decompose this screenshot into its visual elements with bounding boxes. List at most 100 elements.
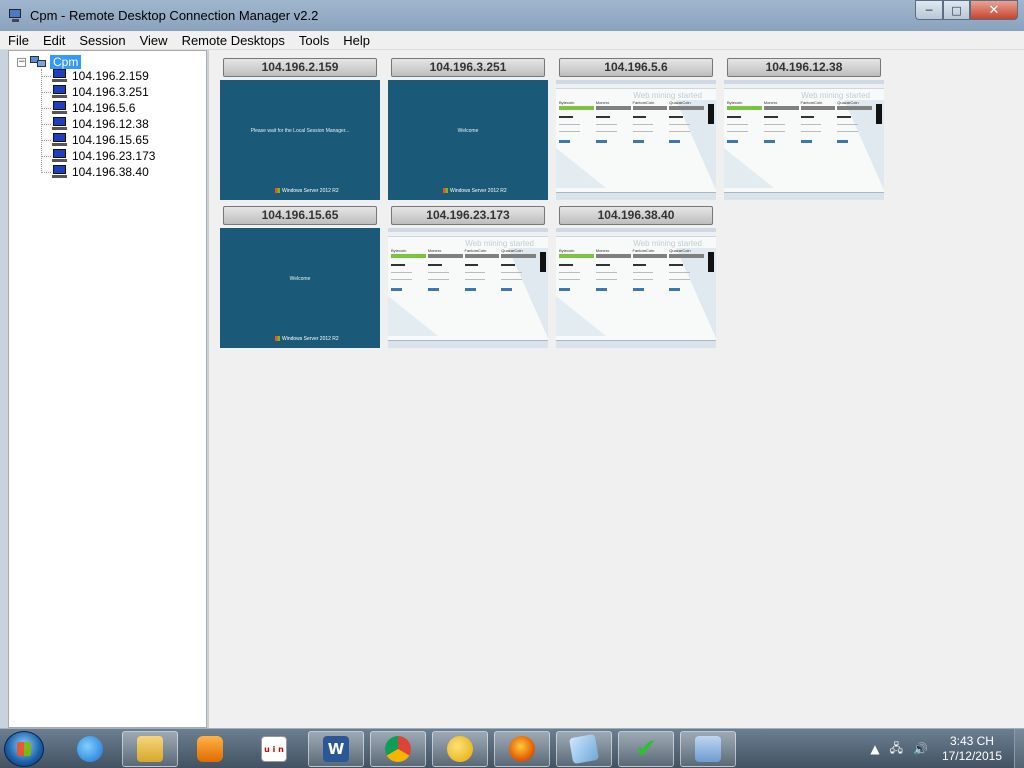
- remote-desktop-icon: [52, 133, 68, 147]
- coin-name: QuazarCoin: [669, 100, 691, 105]
- thumbnail-title[interactable]: 104.196.23.173: [391, 206, 545, 225]
- thumbnail-title[interactable]: 104.196.12.38: [727, 58, 881, 77]
- tree-node-104-196-3-251[interactable]: 104.196.3.251: [41, 84, 149, 100]
- thumbnail-title[interactable]: 104.196.38.40: [559, 206, 713, 225]
- coin-name: FantomCoin: [632, 100, 655, 105]
- tree-node-label: 104.196.2.159: [72, 69, 149, 83]
- coin-name: Bytecoin: [559, 100, 575, 105]
- show-hidden-icons-icon[interactable]: ▲: [870, 742, 879, 756]
- thumbnail-title[interactable]: 104.196.5.6: [559, 58, 713, 77]
- remote-screen-preview[interactable]: Web mining started Bytecoin Monero Fanto…: [556, 228, 716, 348]
- thumbnail-104-196-5-6[interactable]: 104.196.5.6 Web mining started Bytecoin …: [556, 58, 716, 200]
- tree-node-label: 104.196.15.65: [72, 133, 149, 147]
- clock-date: 17/12/2015: [941, 749, 1002, 763]
- firefox-icon: [509, 736, 535, 762]
- thumbnail-104-196-23-173[interactable]: 104.196.23.173 Web mining started Byteco…: [388, 206, 548, 348]
- window-controls: ─ □ ✕: [915, 0, 1018, 20]
- coin-name: Monero: [595, 100, 610, 105]
- remote-screen-preview[interactable]: Welcome Windows Server 2012 R2: [220, 228, 380, 348]
- windows-server-logo: Windows Server 2012 R2: [275, 188, 339, 194]
- taskbar-word[interactable]: W: [308, 731, 364, 767]
- server-tree-panel[interactable]: − Cpm 104.196.2.159 104.196.3.251 104.19…: [8, 50, 207, 728]
- menu-view[interactable]: View: [133, 33, 175, 48]
- thumbnail-title[interactable]: 104.196.3.251: [391, 58, 545, 77]
- coin-name: Monero: [595, 248, 610, 253]
- thumbnail-title[interactable]: 104.196.15.65: [223, 206, 377, 225]
- menu-edit[interactable]: Edit: [36, 33, 72, 48]
- login-status-text: Please wait for the Local Session Manage…: [250, 128, 350, 134]
- tree-node-104-196-5-6[interactable]: 104.196.5.6: [41, 100, 135, 116]
- tree-node-104-196-15-65[interactable]: 104.196.15.65: [41, 132, 149, 148]
- close-button[interactable]: ✕: [970, 0, 1018, 20]
- thumbnail-view[interactable]: 104.196.2.159 Please wait for the Local …: [208, 50, 1024, 728]
- coin-name: FantomCoin: [632, 248, 655, 253]
- coin-name: Monero: [763, 100, 778, 105]
- remote-screen-preview[interactable]: Web mining started Bytecoin Monero Fanto…: [388, 228, 548, 348]
- rdcman-app-icon[interactable]: [8, 8, 24, 24]
- menu-session[interactable]: Session: [72, 33, 132, 48]
- taskbar-windows-explorer[interactable]: [122, 731, 178, 767]
- coin-name: QuazarCoin: [837, 100, 859, 105]
- remote-screen-preview[interactable]: Web mining started Bytecoin Monero Fanto…: [724, 80, 884, 200]
- taskbar-rdcman[interactable]: [680, 731, 736, 767]
- coin-name: Monero: [427, 248, 442, 253]
- folder-icon: [137, 736, 163, 762]
- volume-icon[interactable]: 🔊: [913, 742, 928, 756]
- tree-root-label[interactable]: Cpm: [50, 55, 82, 69]
- coin-name: Bytecoin: [727, 100, 743, 105]
- thumbnail-title[interactable]: 104.196.2.159: [223, 58, 377, 77]
- window-titlebar[interactable]: Cpm - Remote Desktop Connection Manager …: [0, 0, 1024, 31]
- taskbar-media-player[interactable]: [182, 731, 238, 767]
- chrome-icon: [385, 736, 411, 762]
- tree-node-label: 104.196.12.38: [72, 117, 149, 131]
- coin-name: QuazarCoin: [669, 248, 691, 253]
- start-button[interactable]: [4, 731, 44, 767]
- thumbnail-104-196-3-251[interactable]: 104.196.3.251 Welcome Windows Server 201…: [388, 58, 548, 200]
- thumbnail-104-196-2-159[interactable]: 104.196.2.159 Please wait for the Local …: [220, 58, 380, 200]
- taskbar-check-app[interactable]: ✔: [618, 731, 674, 767]
- notes-icon: [568, 733, 600, 765]
- show-desktop-button[interactable]: [1014, 729, 1024, 768]
- login-status-text: Welcome: [457, 128, 479, 134]
- tree-node-104-196-12-38[interactable]: 104.196.12.38: [41, 116, 149, 132]
- collapse-toggle-icon[interactable]: −: [17, 57, 26, 67]
- tree-node-label: 104.196.3.251: [72, 85, 149, 99]
- menu-tools[interactable]: Tools: [292, 33, 336, 48]
- taskbar-notes[interactable]: [556, 731, 612, 767]
- thumbnail-104-196-15-65[interactable]: 104.196.15.65 Welcome Windows Server 201…: [220, 206, 380, 348]
- coin-name: FantomCoin: [800, 100, 823, 105]
- clock-time: 3:43 CH: [949, 734, 994, 748]
- tree-node-104-196-23-173[interactable]: 104.196.23.173: [41, 148, 155, 164]
- thumbnail-104-196-38-40[interactable]: 104.196.38.40 Web mining started Bytecoi…: [556, 206, 716, 348]
- mining-page-title: Web mining started: [801, 91, 870, 100]
- menu-remote-desktops[interactable]: Remote Desktops: [175, 33, 292, 48]
- unikey-icon: u i n: [261, 736, 287, 762]
- remote-screen-preview[interactable]: Web mining started Bytecoin Monero Fanto…: [556, 80, 716, 200]
- taskbar-firefox[interactable]: [494, 731, 550, 767]
- remote-desktop-icon: [52, 149, 68, 163]
- network-icon[interactable]: 🖧: [890, 739, 903, 760]
- remote-desktop-icon: [52, 101, 68, 115]
- taskbar-chat-app[interactable]: [432, 731, 488, 767]
- maximize-button[interactable]: □: [943, 0, 970, 20]
- tree-node-104-196-38-40[interactable]: 104.196.38.40: [41, 164, 149, 180]
- minimize-button[interactable]: ─: [915, 0, 943, 20]
- windows-taskbar: u i n W ✔ ▲ 🖧 🔊 3:43 CH 17/12/2015: [0, 728, 1024, 768]
- menu-file[interactable]: File: [0, 33, 36, 48]
- remote-screen-preview[interactable]: Please wait for the Local Session Manage…: [220, 80, 380, 200]
- windows-logo-icon: [17, 742, 31, 756]
- taskbar-unikey[interactable]: u i n: [246, 731, 302, 767]
- taskbar-chrome[interactable]: [370, 731, 426, 767]
- coin-name: Bytecoin: [391, 248, 407, 253]
- internet-explorer-icon: [77, 736, 103, 762]
- thumbnail-104-196-12-38[interactable]: 104.196.12.38 Web mining started Bytecoi…: [724, 58, 884, 200]
- remote-desktop-icon: [52, 69, 68, 83]
- clock[interactable]: 3:43 CH 17/12/2015: [942, 734, 1002, 764]
- menu-help[interactable]: Help: [336, 33, 377, 48]
- tree-node-label: 104.196.5.6: [72, 101, 136, 115]
- media-player-icon: [197, 736, 223, 762]
- tree-node-104-196-2-159[interactable]: 104.196.2.159: [41, 68, 149, 84]
- checkmark-icon: ✔: [635, 734, 657, 764]
- taskbar-internet-explorer[interactable]: [62, 731, 118, 767]
- remote-screen-preview[interactable]: Welcome Windows Server 2012 R2: [388, 80, 548, 200]
